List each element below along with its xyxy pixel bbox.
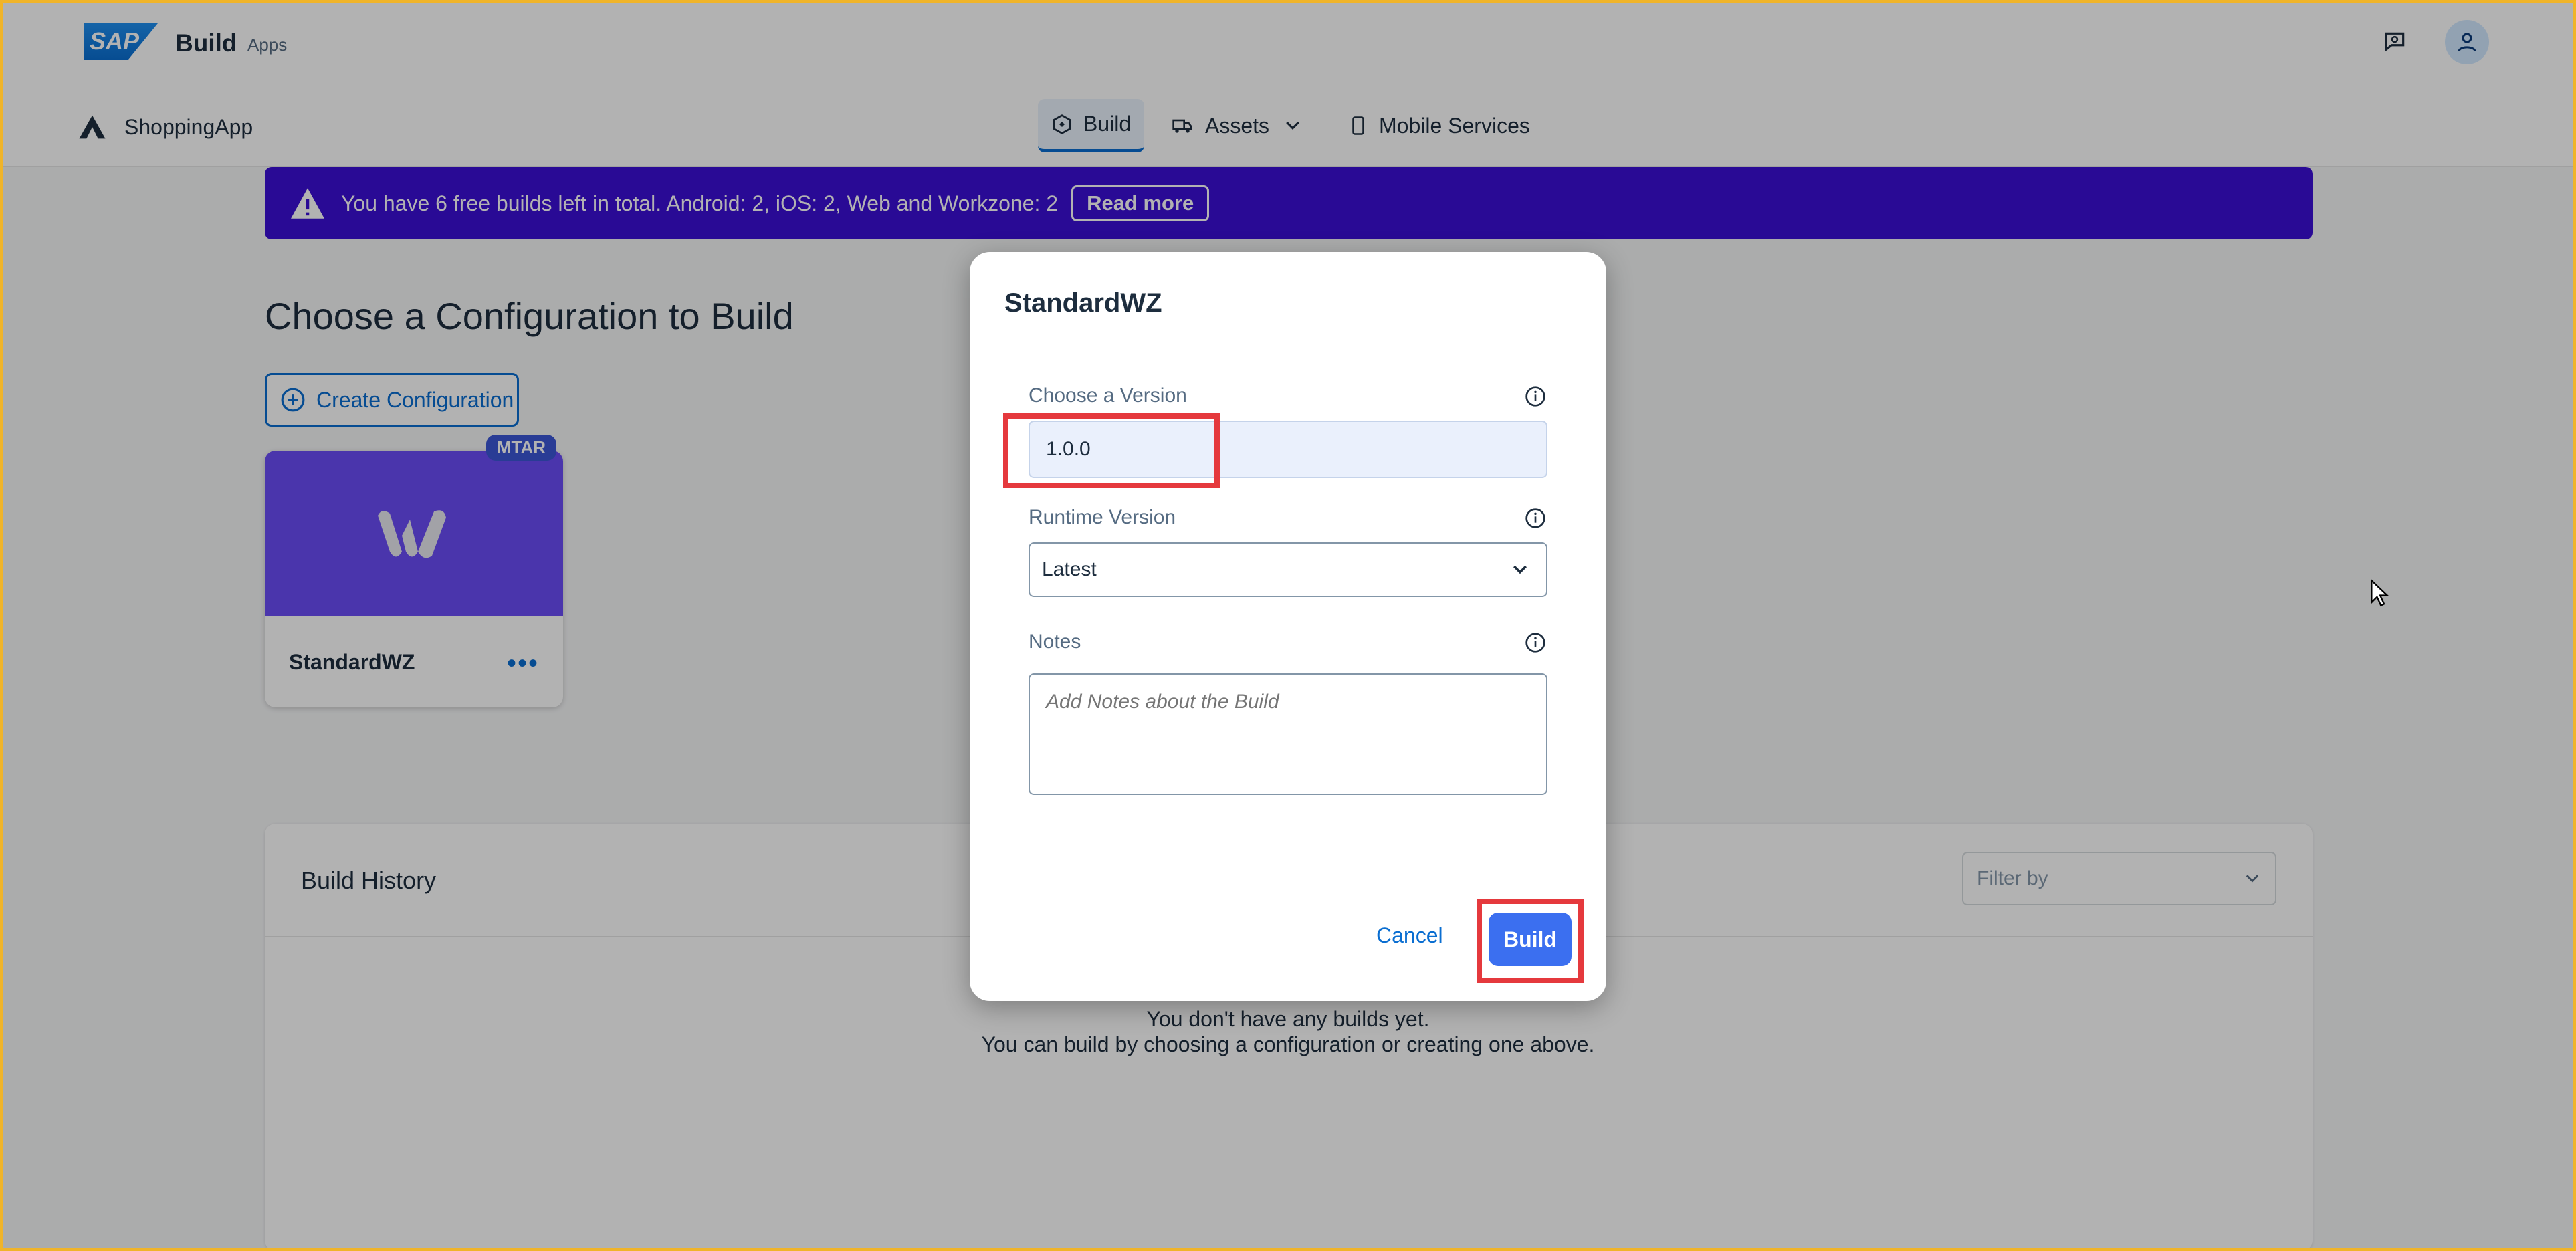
- info-icon[interactable]: [1525, 386, 1546, 407]
- build-dialog: StandardWZ Choose a Version Runtime Vers…: [970, 252, 1606, 1001]
- mouse-cursor-icon: [2371, 579, 2389, 607]
- info-icon[interactable]: [1525, 507, 1546, 529]
- chevron-down-icon: [1513, 565, 1527, 574]
- notes-textarea[interactable]: [1029, 673, 1547, 795]
- runtime-version-select[interactable]: Latest: [1029, 542, 1547, 597]
- cancel-button[interactable]: Cancel: [1376, 923, 1443, 948]
- version-highlight-box: [1003, 413, 1220, 488]
- notes-label: Notes: [1029, 631, 1081, 653]
- dialog-title: StandardWZ: [1004, 288, 1162, 318]
- runtime-version-label: Runtime Version: [1029, 506, 1176, 528]
- version-label: Choose a Version: [1029, 384, 1187, 407]
- info-icon[interactable]: [1525, 632, 1546, 653]
- runtime-version-value: Latest: [1042, 558, 1097, 580]
- build-highlight-box: [1477, 899, 1584, 983]
